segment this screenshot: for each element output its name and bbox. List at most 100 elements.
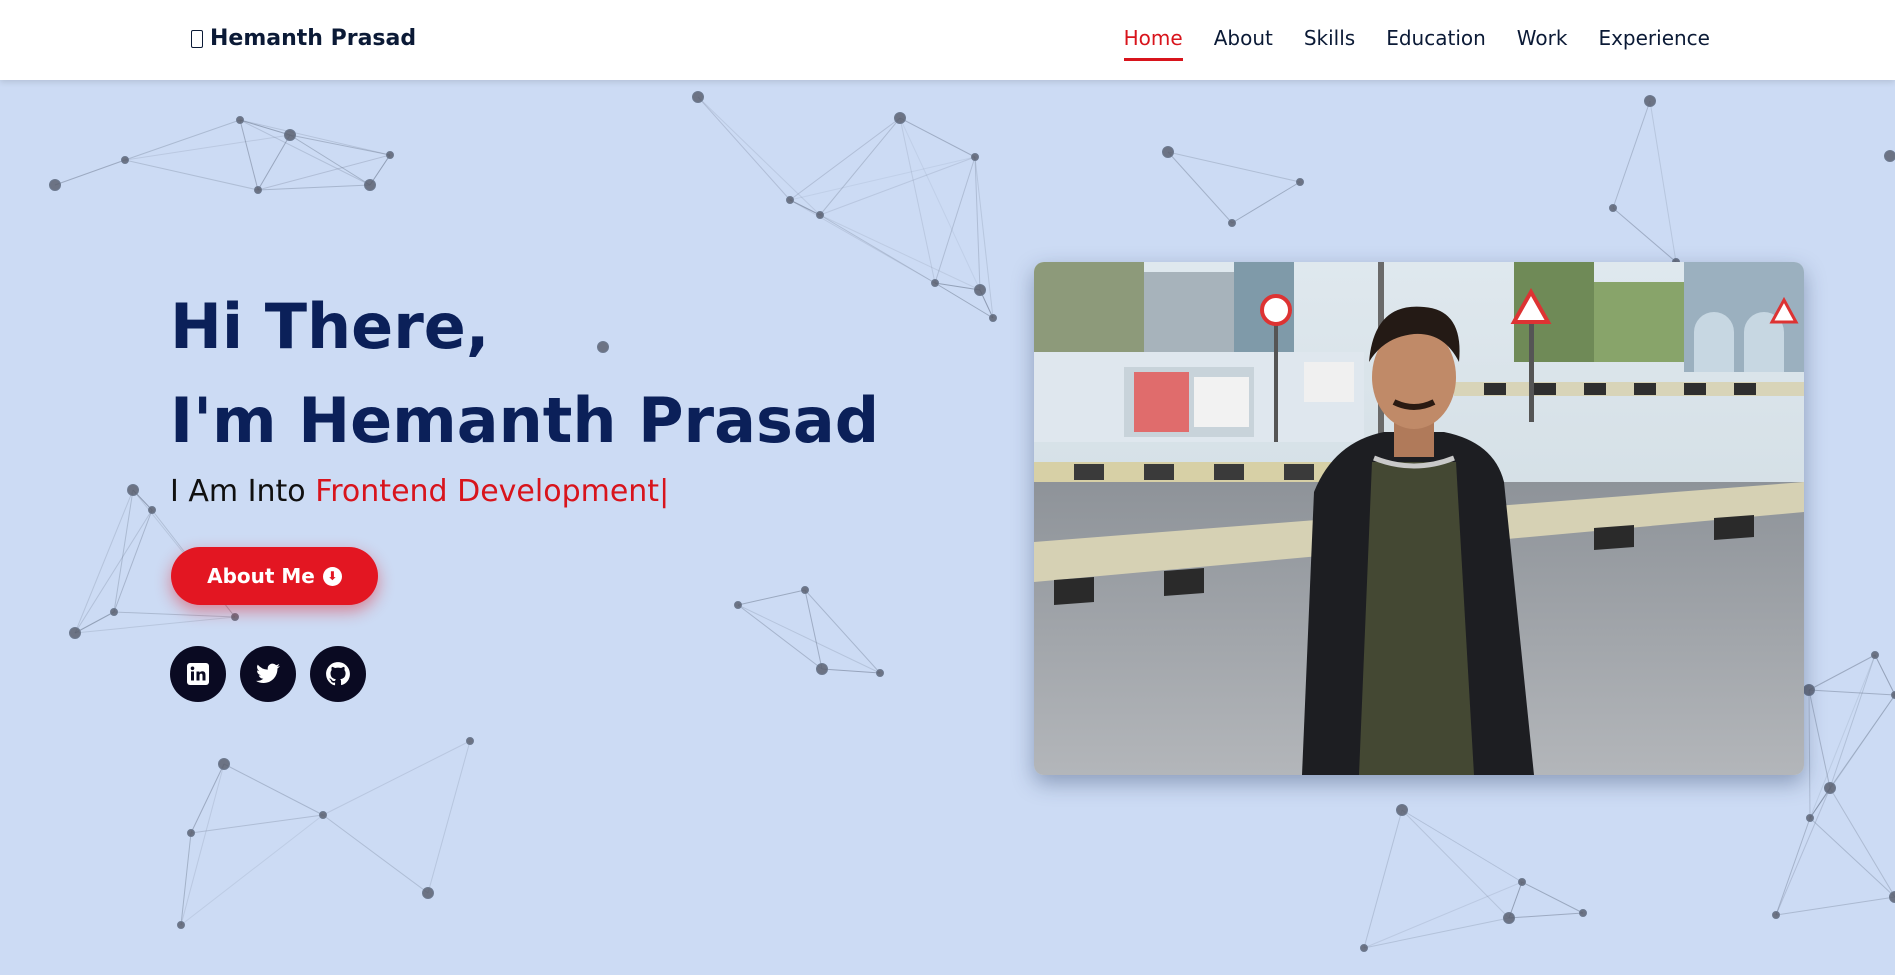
network-link (1775, 896, 1895, 916)
network-node (816, 663, 828, 675)
network-node (1772, 911, 1780, 919)
network-link (427, 740, 471, 894)
network-link (54, 159, 126, 186)
social-links (170, 646, 366, 702)
linkedin-link[interactable] (170, 646, 226, 702)
profile-photo-image (1034, 262, 1804, 775)
typed-role-line: I Am Into Frontend Development| (170, 474, 669, 509)
network-node (894, 112, 906, 124)
nav-links: Home About Skills Education Work Experie… (1123, 26, 1710, 61)
network-link (1363, 917, 1510, 949)
network-node (876, 669, 884, 677)
network-node (110, 608, 118, 616)
network-link (180, 832, 192, 926)
network-node (1891, 691, 1895, 699)
network-link (239, 119, 371, 186)
network-node (931, 279, 939, 287)
linkedin-icon (187, 663, 209, 685)
hero-greeting: Hi There, (170, 290, 490, 363)
network-node (121, 156, 129, 164)
network-link (1649, 100, 1677, 263)
network-link (1508, 912, 1584, 919)
network-link (257, 134, 291, 191)
network-link (1167, 151, 1233, 224)
network-link (1231, 181, 1301, 224)
network-link (113, 489, 134, 613)
network-link (819, 156, 976, 216)
network-node (1871, 651, 1879, 659)
nav-link-about[interactable]: About (1214, 26, 1273, 61)
network-link (1363, 809, 1403, 949)
network-link (899, 117, 981, 291)
network-node (1360, 944, 1368, 952)
network-link (1808, 689, 1811, 819)
about-me-button[interactable]: About Me ⬇ (171, 547, 378, 605)
navbar: Hemanth Prasad Home About Skills Educati… (0, 0, 1895, 80)
network-node (971, 153, 979, 161)
network-node (1803, 684, 1815, 696)
network-node (734, 601, 742, 609)
network-link (1808, 689, 1831, 789)
network-node (816, 211, 824, 219)
brand-logo[interactable]: Hemanth Prasad (191, 26, 416, 51)
network-link (1775, 817, 1811, 916)
network-node (187, 829, 195, 837)
network-node (386, 151, 394, 159)
network-link (124, 119, 241, 161)
brand-name: Hemanth Prasad (210, 26, 417, 51)
network-node (1824, 782, 1836, 794)
network-node (49, 179, 61, 191)
network-node (177, 921, 185, 929)
nav-link-education[interactable]: Education (1386, 26, 1486, 61)
network-link (74, 616, 236, 634)
network-link (1809, 817, 1895, 898)
network-link (1363, 881, 1523, 949)
github-link[interactable] (310, 646, 366, 702)
typed-prefix: I Am Into (170, 474, 316, 509)
nav-link-home[interactable]: Home (1123, 26, 1183, 61)
network-link (934, 156, 976, 284)
network-link (737, 604, 881, 674)
network-link (1167, 151, 1301, 183)
network-link (124, 159, 259, 191)
network-node (236, 116, 244, 124)
network-link (737, 589, 806, 606)
network-link (1874, 654, 1895, 696)
network-link (124, 134, 291, 161)
network-node (1396, 804, 1408, 816)
network-node (364, 179, 376, 191)
network-link (789, 156, 976, 201)
network-node (1644, 95, 1656, 107)
nav-link-skills[interactable]: Skills (1304, 26, 1355, 61)
network-link (821, 668, 881, 674)
network-node (127, 484, 139, 496)
network-link (223, 763, 324, 816)
network-link (804, 589, 881, 674)
network-link (239, 119, 259, 191)
nav-link-experience[interactable]: Experience (1598, 26, 1710, 61)
network-link (322, 740, 471, 816)
network-node (1228, 219, 1236, 227)
hero-intro: I'm Hemanth Prasad (170, 384, 880, 457)
network-link (1612, 207, 1677, 263)
network-node (319, 811, 327, 819)
network-link (322, 814, 429, 894)
twitter-link[interactable] (240, 646, 296, 702)
network-link (1808, 689, 1895, 696)
network-node (692, 91, 704, 103)
network-node (786, 196, 794, 204)
network-link (180, 763, 225, 926)
network-node (148, 506, 156, 514)
nav-link-work[interactable]: Work (1517, 26, 1568, 61)
network-link (239, 119, 391, 156)
network-node (231, 613, 239, 621)
network-node (1579, 909, 1587, 917)
network-node (974, 284, 986, 296)
network-node (989, 314, 997, 322)
network-node (1296, 178, 1304, 186)
network-node (284, 129, 296, 141)
network-link (899, 117, 976, 158)
twitter-icon (256, 663, 280, 683)
network-node (254, 186, 262, 194)
network-node (1609, 204, 1617, 212)
